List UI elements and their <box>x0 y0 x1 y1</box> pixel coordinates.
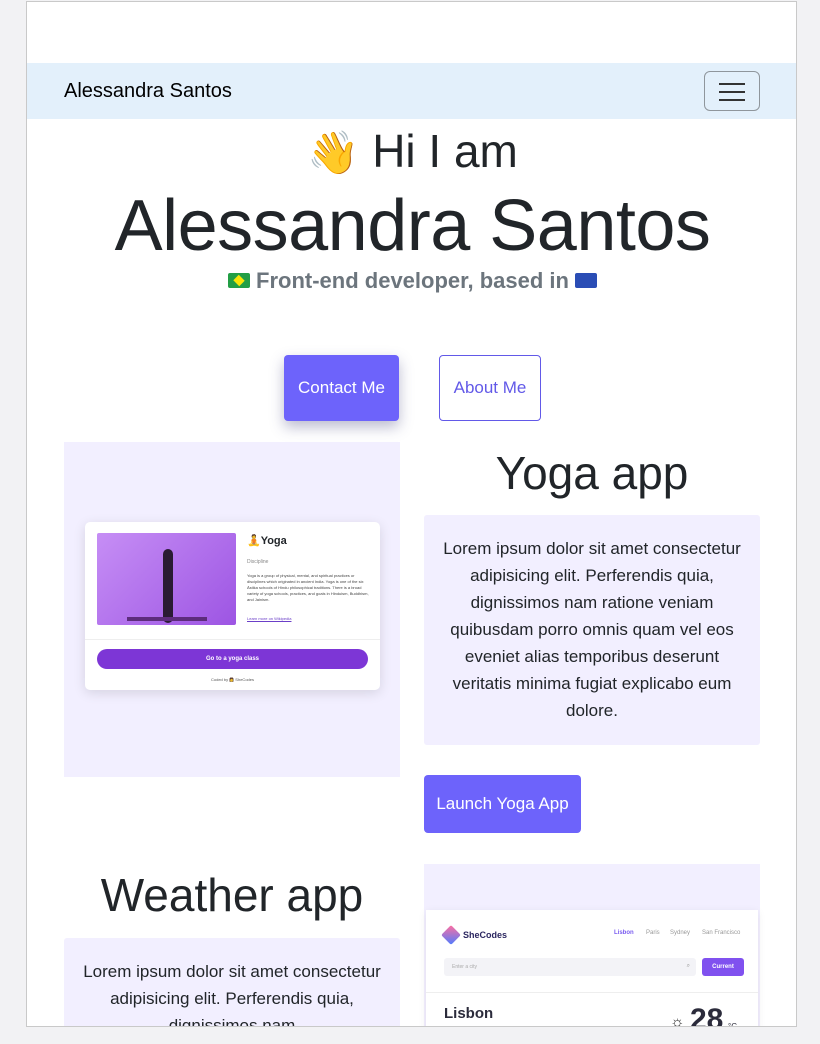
weather-app-description: Lorem ipsum dolor sit amet consectetur a… <box>64 938 400 1026</box>
navbar-brand[interactable]: Alessandra Santos <box>64 80 232 103</box>
yoga-photo <box>97 533 236 625</box>
weather-temperature: 28 <box>690 1003 724 1027</box>
shecodes-logo-icon <box>441 925 461 945</box>
yoga-card-preview: 🧘Yoga Discipline Yoga is a group of phys… <box>85 522 380 690</box>
contact-me-button[interactable]: Contact Me <box>284 355 399 421</box>
about-me-button[interactable]: About Me <box>439 355 541 421</box>
yoga-card-label: Discipline <box>247 559 269 565</box>
weather-brand: SheCodes <box>463 930 508 940</box>
weather-app-title: Weather app <box>100 869 364 921</box>
weather-unit: °C <box>728 1022 737 1027</box>
subtitle-text: Front-end developer, based in <box>256 268 569 293</box>
weather-city-link: Paris <box>646 930 660 936</box>
weather-current-button: Current <box>702 958 744 976</box>
brazil-flag-icon <box>228 272 251 288</box>
yoga-app-description: Lorem ipsum dolor sit amet consectetur a… <box>424 515 760 745</box>
weather-city-name: Lisbon <box>444 1005 494 1022</box>
yoga-card-link: Learn more on Wikipedia <box>247 616 292 621</box>
yoga-card-title: 🧘Yoga <box>247 535 287 547</box>
yoga-card-button: Go to a yoga class <box>97 649 368 669</box>
weather-card-preview: SheCodes Lisbon Paris Sydney San Francis… <box>426 910 758 1027</box>
yoga-card-text: Yoga is a group of physical, mental, and… <box>247 573 369 602</box>
weather-city-link: San Francisco <box>702 930 741 936</box>
waving-hand-icon: 👋 <box>307 129 360 176</box>
hero-subtitle: Front-end developer, based in <box>27 268 796 294</box>
yoga-card-credit: Coded by 👩 SheCodes <box>210 677 254 682</box>
browser-viewport: Alessandra Santos 👋 Hi I am Alessandra S… <box>26 1 797 1027</box>
search-icon: ⌕ <box>686 963 690 969</box>
hero-name: Alessandra Santos <box>114 186 711 266</box>
weather-search-input: Enter a city ⌕ <box>444 958 696 976</box>
yoga-app-screenshot: 🧘Yoga Discipline Yoga is a group of phys… <box>64 442 400 777</box>
navbar-toggle-button[interactable] <box>704 71 760 111</box>
weather-city-link: Sydney <box>670 930 691 936</box>
greeting-text: Hi I am <box>372 125 518 177</box>
sun-icon: ☼ <box>670 1014 685 1027</box>
eu-flag-icon <box>574 272 597 288</box>
hamburger-icon <box>719 83 745 85</box>
launch-yoga-app-button[interactable]: Launch Yoga App <box>424 775 581 833</box>
hero-greeting: 👋 Hi I am <box>27 124 796 178</box>
navbar: Alessandra Santos <box>27 63 796 119</box>
weather-city-link: Lisbon <box>614 930 634 936</box>
yoga-app-title: Yoga app <box>495 447 689 499</box>
weather-app-screenshot: SheCodes Lisbon Paris Sydney San Francis… <box>424 864 760 1027</box>
